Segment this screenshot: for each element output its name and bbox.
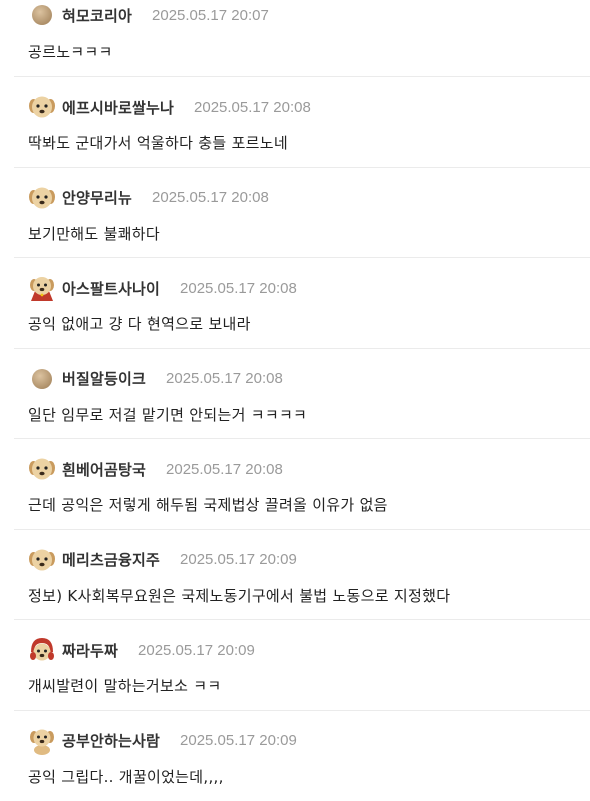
comment-date: 2025.05.17 20:09 [180,551,297,568]
comment-nickname[interactable]: 에프시바로쌀누나 [62,97,174,118]
comment-text: 정보) K사회복무요원은 국제노동기구에서 불법 노동으로 지정했다 [28,585,450,606]
comment-text: 보기만해도 불쾌하다 [28,223,160,244]
comment-item: 메리츠금융지주 2025.05.17 20:09 정보) K사회복무요원은 국제… [14,530,590,621]
comment-date: 2025.05.17 20:09 [180,732,297,749]
comment-nickname[interactable]: 안양무리뉴 [62,187,132,208]
comment-date: 2025.05.17 20:08 [194,99,311,116]
comment-text: 공르노ㅋㅋㅋ [28,41,113,62]
comment-date: 2025.05.17 20:08 [166,370,283,387]
comment-meta: 혀모코리아 2025.05.17 20:07 [28,0,269,30]
comment-text: 일단 임무로 저걸 맡기면 안되는거 ㅋㅋㅋㅋ [28,404,307,425]
comment-item: 공부안하는사람 2025.05.17 20:09 공익 그립다.. 개꿀이었는데… [14,711,590,801]
comment-item: 혀모코리아 2025.05.17 20:07 공르노ㅋㅋㅋ [14,0,590,77]
puppy-red-hood-icon[interactable] [28,636,56,664]
comment-nickname[interactable]: 흰베어곰탕국 [62,459,146,480]
comment-text: 개씨발련이 말하는거보소 ㅋㅋ [28,675,221,696]
comment-text: 근데 공익은 저렇게 해두됨 국제법상 끌려올 이유가 없음 [28,494,388,515]
comment-item: 짜라두짜 2025.05.17 20:09 개씨발련이 말하는거보소 ㅋㅋ [14,620,590,711]
comment-item: 안양무리뉴 2025.05.17 20:08 보기만해도 불쾌하다 [14,168,590,259]
comment-item: 에프시바로쌀누나 2025.05.17 20:08 딱봐도 군대가서 억울하다 … [14,77,590,168]
comment-nickname[interactable]: 짜라두짜 [62,640,118,661]
comment-item: 아스팔트사나이 2025.05.17 20:08 공익 없애고 걍 다 현역으로… [14,258,590,349]
puppy-red-cape-icon[interactable] [28,274,56,302]
comment-text: 공익 없애고 걍 다 현역으로 보내라 [28,313,251,334]
comment-meta: 에프시바로쌀누나 2025.05.17 20:08 [28,92,311,122]
comment-meta: 공부안하는사람 2025.05.17 20:09 [28,726,297,756]
comment-date: 2025.05.17 20:08 [152,189,269,206]
comment-text: 공익 그립다.. 개꿀이었는데,,,, [28,766,224,787]
comment-date: 2025.05.17 20:09 [138,642,255,659]
comment-nickname[interactable]: 혀모코리아 [62,5,132,26]
comment-nickname[interactable]: 아스팔트사나이 [62,278,160,299]
puppy-icon[interactable] [28,184,56,212]
comment-item: 흰베어곰탕국 2025.05.17 20:08 근데 공익은 저렇게 해두됨 국… [14,439,590,530]
comment-date: 2025.05.17 20:07 [152,7,269,24]
comment-meta: 버질알등이크 2025.05.17 20:08 [28,364,283,394]
comment-meta: 짜라두짜 2025.05.17 20:09 [28,635,255,665]
puppy-icon[interactable] [28,455,56,483]
comment-date: 2025.05.17 20:08 [180,280,297,297]
comment-meta: 아스팔트사나이 2025.05.17 20:08 [28,273,297,303]
comment-date: 2025.05.17 20:08 [166,461,283,478]
comment-meta: 흰베어곰탕국 2025.05.17 20:08 [28,454,283,484]
beige-circle-icon[interactable] [28,365,56,393]
comment-text: 딱봐도 군대가서 억울하다 충들 포르노네 [28,132,288,153]
puppy-icon[interactable] [28,546,56,574]
beige-circle-icon[interactable] [28,1,56,29]
comment-list: 혀모코리아 2025.05.17 20:07 공르노ㅋㅋㅋ 에프시바로쌀누나 2… [14,0,590,801]
comment-meta: 안양무리뉴 2025.05.17 20:08 [28,183,269,213]
comment-nickname[interactable]: 공부안하는사람 [62,730,160,751]
puppy-sitting-icon[interactable] [28,727,56,755]
comment-nickname[interactable]: 메리츠금융지주 [62,549,160,570]
comment-nickname[interactable]: 버질알등이크 [62,368,146,389]
puppy-icon[interactable] [28,93,56,121]
comment-item: 버질알등이크 2025.05.17 20:08 일단 임무로 저걸 맡기면 안되… [14,349,590,440]
comment-meta: 메리츠금융지주 2025.05.17 20:09 [28,545,297,575]
